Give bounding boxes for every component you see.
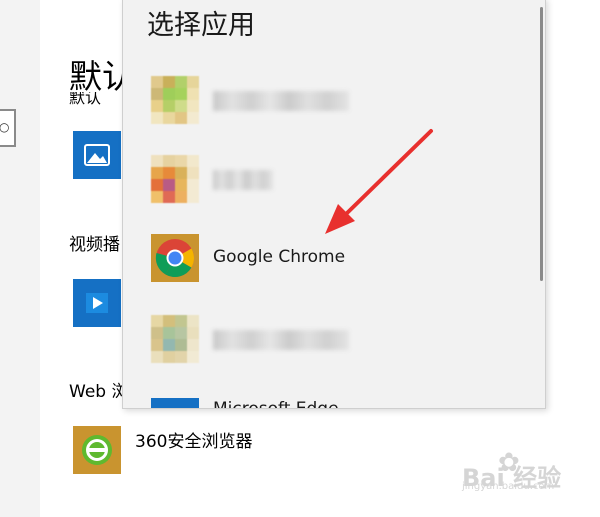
default-browser-name[interactable]: 360安全浏览器 (135, 427, 252, 452)
app-name: Microsoft Edge (213, 399, 339, 409)
blurred-app-icon (151, 76, 199, 124)
edge-icon (151, 398, 199, 408)
app-name: Google Chrome (213, 247, 346, 267)
app-option-microsoft-edge[interactable]: Microsoft Edge (123, 387, 533, 409)
app-option-google-chrome[interactable]: Google Chrome (123, 223, 533, 293)
app-option[interactable] (123, 144, 533, 214)
blurred-app-name (213, 330, 349, 350)
blurred-app-name (213, 91, 349, 111)
video-app-tile[interactable] (73, 279, 121, 327)
browser-app-tile[interactable] (73, 426, 121, 474)
360-browser-icon (82, 435, 112, 465)
chrome-icon (151, 234, 199, 282)
photo-icon (84, 144, 110, 166)
choose-app-flyout: 选择应用 Google Chrome Microsoft Edge (122, 0, 546, 409)
scrollbar[interactable] (540, 7, 543, 281)
blurred-app-icon (151, 155, 199, 203)
blurred-app-name (213, 170, 273, 190)
cropped-label: 默认 (69, 92, 102, 106)
baidu-watermark: ✿ Bai 经验 jingyan.baidu.com (462, 448, 562, 492)
flyout-title: 选择应用 (147, 10, 255, 41)
search-icon: ○ (0, 120, 10, 134)
search-box[interactable]: ○ (0, 109, 16, 147)
app-option[interactable] (123, 304, 533, 374)
photo-app-tile[interactable] (73, 131, 121, 179)
app-option[interactable] (123, 65, 533, 135)
film-play-icon (86, 293, 108, 313)
video-player-section-label: 视频播 (69, 235, 120, 255)
left-pane (0, 0, 40, 517)
blurred-app-icon (151, 315, 199, 363)
web-browser-section-label: Web 浏 (69, 382, 129, 402)
